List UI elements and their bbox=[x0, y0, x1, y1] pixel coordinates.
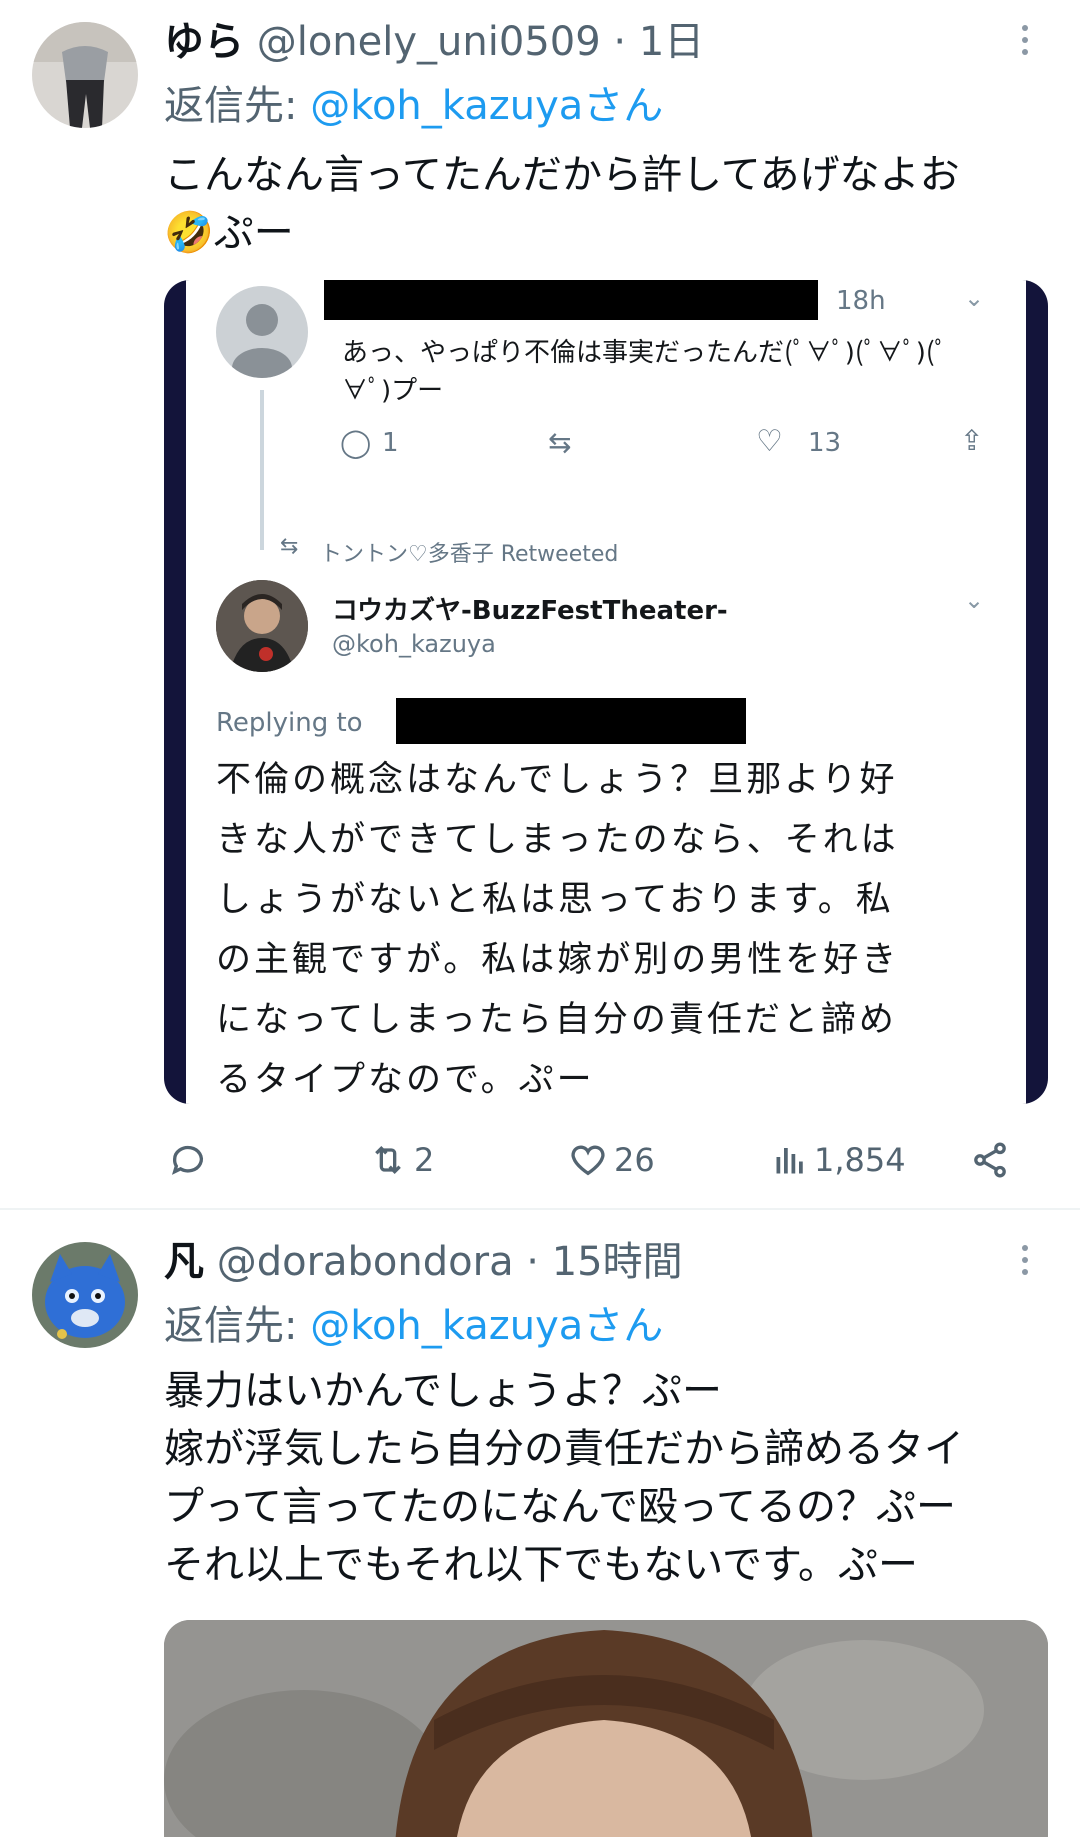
user-handle[interactable]: @dorabondora bbox=[217, 1239, 514, 1285]
like-count: 26 bbox=[614, 1141, 655, 1179]
reply-to-line: 返信先: @koh_kazuyaさん bbox=[164, 1300, 663, 1352]
attached-image[interactable]: 18h ⌄ あっ、やっぱり不倫は事実だったんだ(ﾟ∀ﾟ)(ﾟ∀ﾟ)(ﾟ ∀ﾟ)プ… bbox=[164, 280, 1048, 1104]
more-icon[interactable] bbox=[1010, 1240, 1040, 1280]
reply-icon: ◯ bbox=[340, 426, 372, 459]
retweeted-by: トントン♡多香子 Retweeted bbox=[320, 542, 619, 567]
screenshot-body-line: になってしまったら自分の責任だと諦め bbox=[216, 1000, 897, 1040]
author-handle: @koh_kazuya bbox=[332, 630, 496, 658]
screenshot-like-count: 13 bbox=[808, 428, 842, 458]
view-count: 1,854 bbox=[814, 1141, 906, 1179]
reply-icon bbox=[171, 1145, 203, 1175]
author-name: コウカズヤ-BuzzFestTheater- bbox=[332, 596, 728, 626]
retweet-count: 2 bbox=[414, 1141, 435, 1179]
author-avatar bbox=[216, 580, 308, 672]
reply-mention-link[interactable]: @koh_kazuyaさん bbox=[310, 83, 663, 129]
screenshot-body-line: の主観ですが。私は嫁が別の男性を好き bbox=[216, 940, 900, 980]
avatar[interactable] bbox=[32, 22, 138, 128]
retweet-button[interactable]: 2 bbox=[368, 1130, 434, 1190]
display-name[interactable]: ゆら bbox=[164, 19, 244, 65]
retweet-icon: ⇆ bbox=[548, 426, 572, 459]
thread-line bbox=[260, 390, 264, 550]
screenshot-text: あっ、やっぱり不倫は事実だったんだ(ﾟ∀ﾟ)(ﾟ∀ﾟ)(ﾟ bbox=[342, 338, 948, 368]
separator-dot: · bbox=[526, 1239, 540, 1285]
tweet-divider bbox=[0, 1208, 1080, 1210]
chevron-down-icon: ⌄ bbox=[964, 586, 985, 614]
screenshot-time: 18h bbox=[836, 286, 886, 316]
screenshot-body: 不倫の概念はなんでしょう？旦那より好 きな人ができてしまったのなら、それは しょ… bbox=[216, 750, 899, 1104]
like-icon: ♡ bbox=[756, 424, 783, 459]
separator-dot: · bbox=[613, 19, 627, 65]
reply-mention-link[interactable]: @koh_kazuyaさん bbox=[310, 1303, 663, 1349]
tweet-text: こんなん言ってたんだから許してあげなよお 🤣ぷー bbox=[164, 146, 1054, 262]
reply-button[interactable] bbox=[168, 1130, 214, 1190]
tweet-text-line: プって言ってたのになんで殴ってるの？ぷー bbox=[164, 1484, 956, 1530]
retweet-icon bbox=[375, 1145, 401, 1175]
replying-to-label: Replying to bbox=[216, 708, 363, 738]
views-button[interactable]: 1,854 bbox=[772, 1130, 906, 1190]
screenshot-content: 18h ⌄ あっ、やっぱり不倫は事実だったんだ(ﾟ∀ﾟ)(ﾟ∀ﾟ)(ﾟ ∀ﾟ)プ… bbox=[186, 280, 1026, 1104]
tweet-header: 凡 @dorabondora · 15時間 bbox=[164, 1236, 683, 1288]
reply-prefix: 返信先: bbox=[164, 1303, 311, 1349]
screenshot-reply-count: 1 bbox=[382, 428, 399, 458]
share-button[interactable] bbox=[970, 1130, 1010, 1190]
chevron-down-icon: ⌄ bbox=[964, 284, 985, 312]
like-button[interactable]: 26 bbox=[568, 1130, 655, 1190]
more-icon[interactable] bbox=[1010, 20, 1040, 60]
tweet-text: 暴力はいかんでしょうよ？ぷー 嫁が浮気したら自分の責任だから諦めるタイ プって言… bbox=[164, 1362, 1054, 1594]
screenshot-body-line: 不倫の概念はなんでしょう？旦那より好 bbox=[216, 760, 898, 800]
share-icon: ⇪ bbox=[960, 424, 984, 457]
tweet-text-line: 暴力はいかんでしょうよ？ぷー bbox=[164, 1368, 722, 1414]
timestamp[interactable]: 1日 bbox=[639, 19, 704, 65]
timestamp[interactable]: 15時間 bbox=[552, 1239, 683, 1285]
tweet[interactable]: ゆら @lonely_uni0509 · 1日 返信先: @koh_kazuya… bbox=[0, 0, 1080, 1210]
tweet-header: ゆら @lonely_uni0509 · 1日 bbox=[164, 16, 704, 68]
screenshot-body-line: しょうがないと私は思っております。私 bbox=[216, 880, 894, 920]
like-icon bbox=[571, 1145, 605, 1176]
screenshot-body-line: るタイプなので。ぷー bbox=[216, 1060, 595, 1100]
screenshot-text: ∀ﾟ)プー bbox=[342, 376, 444, 406]
screenshot-body-line: きな人ができてしまったのなら、それは bbox=[216, 820, 899, 860]
share-icon bbox=[974, 1142, 1006, 1178]
avatar[interactable] bbox=[32, 1242, 138, 1348]
user-handle[interactable]: @lonely_uni0509 bbox=[257, 19, 601, 65]
tweet-text-line: それ以上でもそれ以下でもないです。ぷー bbox=[164, 1542, 918, 1588]
tweet-text-line: 嫁が浮気したら自分の責任だから諦めるタイ bbox=[164, 1426, 964, 1472]
redacted-handle bbox=[396, 698, 746, 744]
redacted-name bbox=[324, 280, 818, 320]
reply-prefix: 返信先: bbox=[164, 83, 311, 129]
tweet-text-line: こんなん言ってたんだから許してあげなよお bbox=[164, 152, 960, 198]
retweet-icon: ⇆ bbox=[280, 534, 299, 559]
default-avatar-icon bbox=[216, 286, 308, 378]
views-icon bbox=[776, 1148, 803, 1174]
tweet-text-line: 🤣ぷー bbox=[164, 210, 294, 256]
display-name[interactable]: 凡 bbox=[164, 1239, 204, 1285]
reply-to-line: 返信先: @koh_kazuyaさん bbox=[164, 80, 663, 132]
tweet-actions: 2 26 1,854 bbox=[164, 1130, 1014, 1190]
attached-photo[interactable] bbox=[164, 1620, 1048, 1837]
